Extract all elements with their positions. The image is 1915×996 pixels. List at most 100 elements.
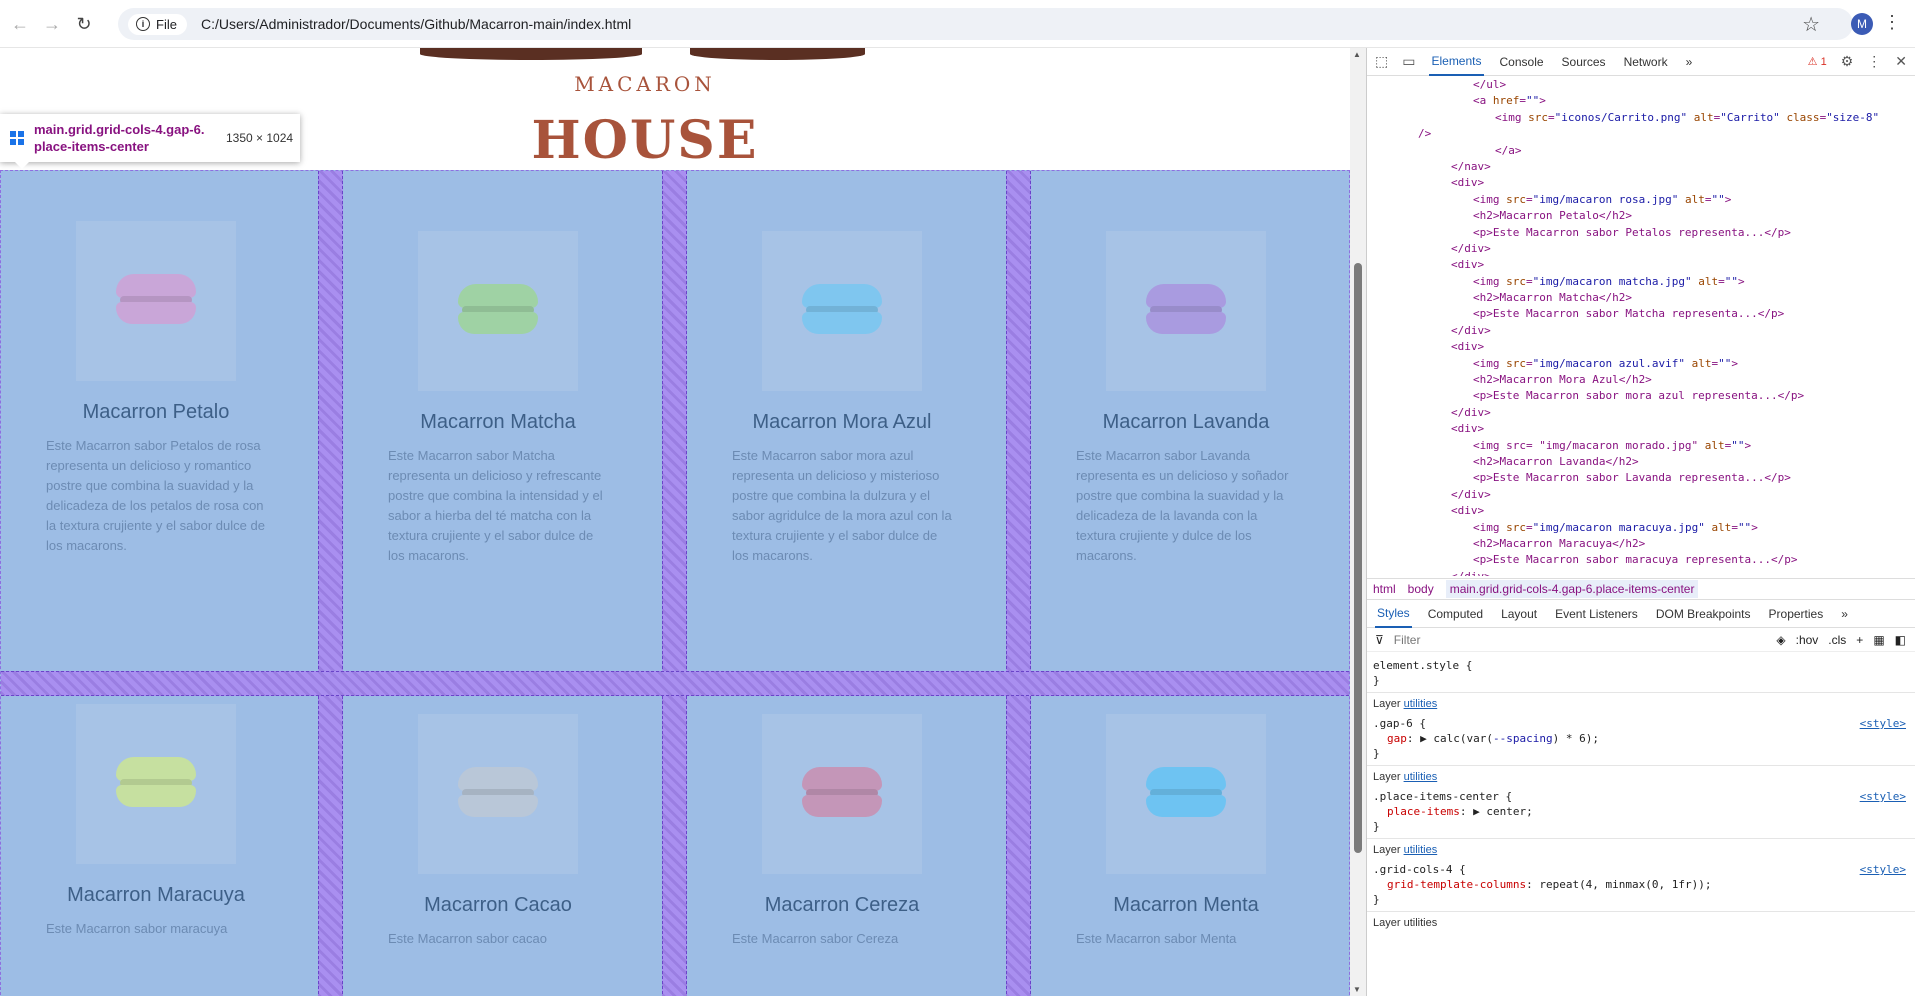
paint-icon[interactable]: ▦ [1873, 633, 1884, 647]
dom-node-line[interactable]: </div> [1367, 323, 1915, 339]
page-scrollbar[interactable]: ▲ ▼ [1350, 48, 1366, 996]
sidebar-toggle-icon[interactable]: ◧ [1895, 633, 1906, 647]
tab-computed[interactable]: Computed [1426, 601, 1485, 627]
dom-node-line[interactable]: <img src="img/macaron matcha.jpg" alt=""… [1367, 274, 1915, 290]
dom-tree[interactable]: </ul> <a href=""> <img src="iconos/Carrito… [1367, 76, 1915, 576]
style-source-link[interactable]: <style> [1860, 789, 1906, 804]
macaron-illustration [458, 767, 538, 821]
inspect-element-icon[interactable]: ⬚ [1375, 53, 1388, 70]
breadcrumb-body[interactable]: body [1408, 582, 1434, 596]
dom-node-line[interactable]: <h2>Macarron Lavanda</h2> [1367, 454, 1915, 470]
scroll-down-icon[interactable]: ▼ [1353, 985, 1361, 994]
element-style-rule: element.style {} [1367, 654, 1915, 693]
warning-badge[interactable]: ⚠ 1 [1808, 55, 1827, 68]
more-tabs-button[interactable]: » [1684, 49, 1695, 75]
back-button[interactable]: ← [6, 10, 34, 38]
url-text[interactable]: C:/Users/Administrador/Documents/Github/… [201, 16, 631, 32]
dom-node-line[interactable]: <h2>Macarron Matcha</h2> [1367, 290, 1915, 306]
layer-link[interactable]: utilities [1404, 698, 1438, 710]
macaron-illustration [802, 767, 882, 821]
dom-node-line[interactable]: <img src= "img/macaron morado.jpg" alt="… [1367, 438, 1915, 454]
site-info-chip[interactable]: i File [128, 13, 187, 35]
dom-node-line[interactable]: <img src="img/macaron maracuya.jpg" alt=… [1367, 520, 1915, 536]
css-rule[interactable]: <style> .grid-cols-4 {grid-template-colum… [1367, 858, 1915, 912]
dom-node-line[interactable]: <img src="img/macaron rosa.jpg" alt=""> [1367, 192, 1915, 208]
dom-node-line[interactable]: <h2>Macarron Mora Azul</h2> [1367, 372, 1915, 388]
tab-console[interactable]: Console [1498, 49, 1546, 75]
tooltip-selector-line: place-items-center [34, 139, 149, 154]
devtools-tabs: ⬚ ▭ Elements Console Sources Network » ⚠… [1367, 48, 1915, 76]
macaron-illustration [116, 274, 196, 328]
tab-styles[interactable]: Styles [1375, 600, 1412, 628]
style-source-link[interactable]: <style> [1860, 716, 1906, 731]
address-bar[interactable]: i File C:/Users/Administrador/Documents/… [118, 8, 1853, 40]
tab-properties[interactable]: Properties [1767, 601, 1826, 627]
dom-node-line[interactable]: <p>Este Macarron sabor mora azul represe… [1367, 388, 1915, 404]
scroll-up-icon[interactable]: ▲ [1353, 50, 1361, 59]
breadcrumb-html[interactable]: html [1373, 582, 1396, 596]
dom-node-line[interactable]: <img src="iconos/Carrito.png" alt="Carri… [1367, 110, 1915, 126]
breadcrumb-main[interactable]: main.grid.grid-cols-4.gap-6.place-items-… [1445, 580, 1699, 598]
dom-node-line[interactable]: </div> [1367, 487, 1915, 503]
layer-link[interactable]: utilities [1404, 771, 1438, 783]
dom-node-line[interactable]: </div> [1367, 569, 1915, 576]
new-rule-icon[interactable]: + [1856, 633, 1863, 647]
dom-node-line[interactable]: <img src="img/macaron azul.avif" alt=""> [1367, 356, 1915, 372]
tab-event-listeners[interactable]: Event Listeners [1553, 601, 1640, 627]
layers-icon[interactable]: ◈ [1776, 633, 1785, 647]
tab-layout[interactable]: Layout [1499, 601, 1539, 627]
devtools-menu-icon[interactable]: ⋮ [1867, 53, 1881, 70]
product-title: Macarron Maracuya [67, 884, 245, 906]
dom-node-line[interactable]: <div> [1367, 503, 1915, 519]
styles-subtabs: Styles Computed Layout Event Listeners D… [1367, 600, 1915, 628]
dom-node-line[interactable]: <h2>Macarron Petalo</h2> [1367, 208, 1915, 224]
layer-label: Layer utilities [1373, 771, 1438, 783]
dom-node-line[interactable]: <div> [1367, 175, 1915, 191]
dom-node-line[interactable]: <div> [1367, 421, 1915, 437]
bookmark-star-icon[interactable]: ☆ [1802, 12, 1820, 37]
profile-avatar[interactable]: M [1851, 13, 1873, 35]
css-rule[interactable]: <style> .place-items-center {place-items:… [1367, 785, 1915, 839]
cls-toggle[interactable]: .cls [1828, 633, 1846, 647]
more-subtabs-button[interactable]: » [1839, 601, 1850, 627]
dom-node-line[interactable]: </div> [1367, 241, 1915, 257]
dom-node-line[interactable]: /> [1367, 126, 1915, 142]
dom-node-line[interactable]: </nav> [1367, 159, 1915, 175]
dom-node-line[interactable]: </div> [1367, 405, 1915, 421]
tab-dom-breakpoints[interactable]: DOM Breakpoints [1654, 601, 1753, 627]
layer-link[interactable]: utilities [1404, 844, 1438, 856]
devtools-panel: ⬚ ▭ Elements Console Sources Network » ⚠… [1366, 48, 1915, 996]
reload-icon: ↻ [76, 13, 92, 34]
dom-node-line[interactable]: <div> [1367, 257, 1915, 273]
scrollbar-thumb[interactable] [1354, 263, 1362, 853]
settings-gear-icon[interactable]: ⚙ [1841, 53, 1854, 70]
dom-node-line[interactable]: <div> [1367, 339, 1915, 355]
styles-filter-input[interactable]: Filter [1394, 633, 1767, 647]
tab-elements[interactable]: Elements [1429, 48, 1484, 76]
product-image [1106, 231, 1266, 391]
close-devtools-icon[interactable]: ✕ [1895, 53, 1907, 70]
tab-sources[interactable]: Sources [1560, 49, 1608, 75]
tab-network[interactable]: Network [1622, 49, 1670, 75]
dom-node-line[interactable]: <a href=""> [1367, 93, 1915, 109]
dom-node-line[interactable]: <p>Este Macarron sabor Matcha representa… [1367, 306, 1915, 322]
hov-toggle[interactable]: :hov [1796, 633, 1819, 647]
browser-menu-icon[interactable]: ⋮ [1883, 12, 1901, 33]
forward-button[interactable]: → [38, 10, 66, 38]
dom-node-line[interactable]: <p>Este Macarron sabor Lavanda represent… [1367, 470, 1915, 486]
dom-node-line[interactable]: </ul> [1367, 77, 1915, 93]
layer-label: Layer utilities [1373, 844, 1438, 856]
dom-node-line[interactable]: <p>Este Macarron sabor maracuya represen… [1367, 552, 1915, 568]
product-description: Este Macarron sabor Cereza [732, 931, 899, 946]
product-description: Este Macarron sabor mora azul representa… [732, 448, 952, 563]
dom-node-line[interactable]: <h2>Macarron Maracuya</h2> [1367, 536, 1915, 552]
dom-node-line[interactable]: </a> [1367, 143, 1915, 159]
device-toolbar-icon[interactable]: ▭ [1402, 53, 1415, 70]
css-rule[interactable]: <style> .gap-6 {gap: ▶ calc(var(--spacing… [1367, 712, 1915, 766]
style-source-link[interactable]: <style> [1860, 862, 1906, 877]
product-description: Este Macarron sabor Lavanda representa e… [1076, 448, 1289, 563]
dom-node-line[interactable]: <p>Este Macarron sabor Petalos represent… [1367, 225, 1915, 241]
reload-button[interactable]: ↻ [70, 10, 98, 38]
page-viewport: MACARON HOUSE main.grid.grid-cols-4.gap-… [0, 48, 1350, 996]
macaron-illustration [116, 757, 196, 811]
